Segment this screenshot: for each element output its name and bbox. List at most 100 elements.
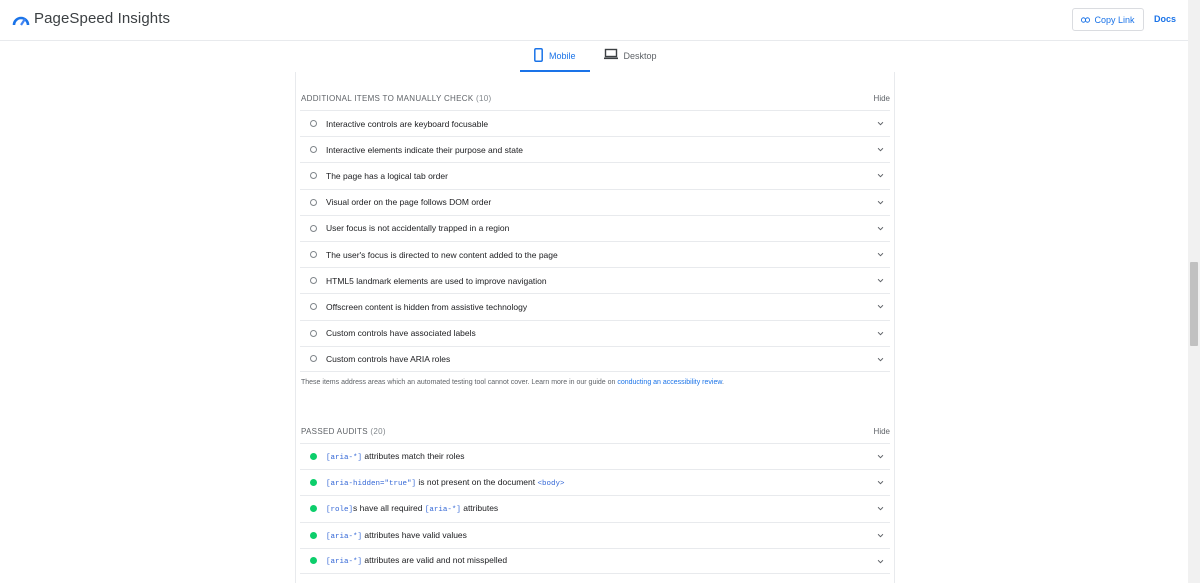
passed-audit-item[interactable]: [aria-*] attributes have valid values xyxy=(300,521,890,548)
passed-audit-item[interactable]: [aria-hidden="true"] is not present on t… xyxy=(300,469,890,495)
copy-link-label: Copy Link xyxy=(1094,14,1135,25)
manual-check-item[interactable]: Custom controls have associated labels xyxy=(300,319,890,346)
audit-text: is not present on the document xyxy=(416,477,538,488)
passed-audits-header: PASSED AUDITS (20) Hide xyxy=(301,427,890,436)
manual-check-label: Custom controls have associated labels xyxy=(326,328,476,339)
manual-note-text: These items address areas which an autom… xyxy=(301,379,618,386)
tab-mobile-label: Mobile xyxy=(549,51,576,61)
passed-hide-button[interactable]: Hide xyxy=(874,427,890,436)
passed-audits-list: [aria-*] attributes match their roles [ar… xyxy=(300,443,890,574)
manual-checks-title-wrap: ADDITIONAL ITEMS TO MANUALLY CHECK (10) xyxy=(301,94,491,103)
passed-audits-title: PASSED AUDITS xyxy=(301,427,368,436)
manual-check-label: HTML5 landmark elements are used to impr… xyxy=(326,275,547,286)
tab-mobile[interactable]: Mobile xyxy=(520,46,590,72)
chevron-down-icon xyxy=(877,357,884,362)
chevron-down-icon xyxy=(877,305,884,309)
manual-check-item[interactable]: Interactive controls are keyboard focusa… xyxy=(300,110,890,136)
audit-text: attributes have valid values xyxy=(362,529,467,540)
chevron-down-icon xyxy=(877,279,884,283)
manual-check-label: Interactive controls are keyboard focusa… xyxy=(326,118,489,129)
passed-audit-label: [aria-hidden="true"] is not present on t… xyxy=(326,477,564,488)
passed-audit-label: [role]s have all required [aria-*] attri… xyxy=(326,503,498,514)
passed-audits-title-wrap: PASSED AUDITS (20) xyxy=(301,427,386,436)
manual-check-circle-icon xyxy=(310,146,317,154)
logo[interactable]: PageSpeed Insights xyxy=(12,10,170,27)
chevron-down-icon xyxy=(877,559,884,564)
app-header: PageSpeed Insights Copy Link Docs xyxy=(0,0,1188,41)
copy-link-button[interactable]: Copy Link xyxy=(1072,8,1144,31)
chevron-down-icon xyxy=(877,121,884,126)
chevron-down-icon xyxy=(877,252,884,257)
page-scrollbar[interactable] xyxy=(1188,0,1200,583)
smartphone-icon xyxy=(534,48,543,62)
pass-dot-icon xyxy=(310,557,317,565)
passed-audit-label: [aria-*] attributes have valid values xyxy=(326,530,467,541)
manual-check-label: Interactive elements indicate their purp… xyxy=(326,144,524,155)
pass-dot-icon xyxy=(310,479,317,487)
docs-link[interactable]: Docs xyxy=(1154,14,1176,24)
chevron-down-icon xyxy=(877,331,884,335)
tab-desktop[interactable]: Desktop xyxy=(590,46,671,72)
scrollbar-thumb[interactable] xyxy=(1190,262,1198,346)
audit-code: [aria-*] xyxy=(326,454,363,463)
chevron-down-icon xyxy=(877,481,884,485)
chevron-down-icon xyxy=(877,507,884,511)
passed-audit-item[interactable]: [role]s have all required [aria-*] attri… xyxy=(300,495,890,521)
manual-check-item[interactable]: The user's focus is directed to new cont… xyxy=(300,240,890,267)
audit-code: [role] xyxy=(326,506,354,515)
passed-audits-count: (20) xyxy=(370,427,386,436)
audit-code: [aria-hidden="true"] xyxy=(326,480,417,489)
manual-check-label: User focus is not accidentally trapped i… xyxy=(326,223,510,234)
accessibility-review-link[interactable]: conducting an accessibility review xyxy=(617,379,722,386)
manual-check-label: Custom controls have ARIA roles xyxy=(326,353,451,364)
chevron-down-icon xyxy=(877,174,884,178)
manual-check-circle-icon xyxy=(310,277,317,285)
pass-dot-icon xyxy=(310,505,317,513)
manual-checks-header: ADDITIONAL ITEMS TO MANUALLY CHECK (10) … xyxy=(301,94,890,103)
manual-check-item[interactable]: HTML5 landmark elements are used to impr… xyxy=(300,267,890,293)
manual-checks-list: Interactive controls are keyboard focusa… xyxy=(300,110,890,372)
manual-check-item[interactable]: Offscreen content is hidden from assisti… xyxy=(300,293,890,319)
manual-check-circle-icon xyxy=(310,251,317,259)
chevron-down-icon xyxy=(877,226,884,231)
chevron-down-icon xyxy=(877,200,884,204)
tab-desktop-label: Desktop xyxy=(623,51,657,61)
chevron-down-icon xyxy=(877,533,884,537)
chevron-down-icon xyxy=(877,148,884,152)
manual-check-item[interactable]: Custom controls have ARIA roles xyxy=(300,345,890,372)
manual-check-item[interactable]: Visual order on the page follows DOM ord… xyxy=(300,188,890,215)
audit-text: s have all required xyxy=(353,503,425,514)
manual-hide-button[interactable]: Hide xyxy=(874,94,890,103)
pagespeed-logo-icon xyxy=(12,16,30,26)
audit-code: [aria-*] xyxy=(424,506,461,515)
manual-check-circle-icon xyxy=(310,120,317,128)
pass-dot-icon xyxy=(310,531,317,539)
audit-text: attributes xyxy=(460,503,499,514)
manual-check-label: The user's focus is directed to new cont… xyxy=(326,249,558,260)
manual-check-circle-icon xyxy=(310,224,317,232)
passed-audit-item[interactable]: [aria-*] attributes are valid and not mi… xyxy=(300,547,890,574)
audit-code: [aria-*] xyxy=(326,558,363,567)
manual-check-item[interactable]: User focus is not accidentally trapped i… xyxy=(300,214,890,241)
manual-check-label: Visual order on the page follows DOM ord… xyxy=(326,197,492,208)
manual-note: These items address areas which an autom… xyxy=(301,379,724,386)
link-icon xyxy=(1081,16,1091,23)
manual-check-circle-icon xyxy=(310,303,317,311)
laptop-icon xyxy=(603,48,618,60)
manual-checks-title: ADDITIONAL ITEMS TO MANUALLY CHECK xyxy=(301,94,474,103)
pass-dot-icon xyxy=(310,453,317,461)
manual-check-item[interactable]: The page has a logical tab order xyxy=(300,162,890,188)
manual-check-circle-icon xyxy=(310,355,317,363)
chevron-down-icon xyxy=(877,454,884,459)
audit-text: attributes are valid and not misspelled xyxy=(362,555,508,566)
manual-check-circle-icon xyxy=(310,172,317,180)
audit-text: attributes match their roles xyxy=(362,451,465,462)
manual-check-item[interactable]: Interactive elements indicate their purp… xyxy=(300,136,890,162)
passed-audit-item[interactable]: [aria-*] attributes match their roles xyxy=(300,443,890,469)
passed-audit-label: [aria-*] attributes match their roles xyxy=(326,451,465,462)
audit-code: <body> xyxy=(537,480,565,489)
app-title: PageSpeed Insights xyxy=(34,10,171,27)
manual-note-end: . xyxy=(722,379,724,386)
passed-audit-label: [aria-*] attributes are valid and not mi… xyxy=(326,555,507,566)
manual-check-label: The page has a logical tab order xyxy=(326,170,448,181)
